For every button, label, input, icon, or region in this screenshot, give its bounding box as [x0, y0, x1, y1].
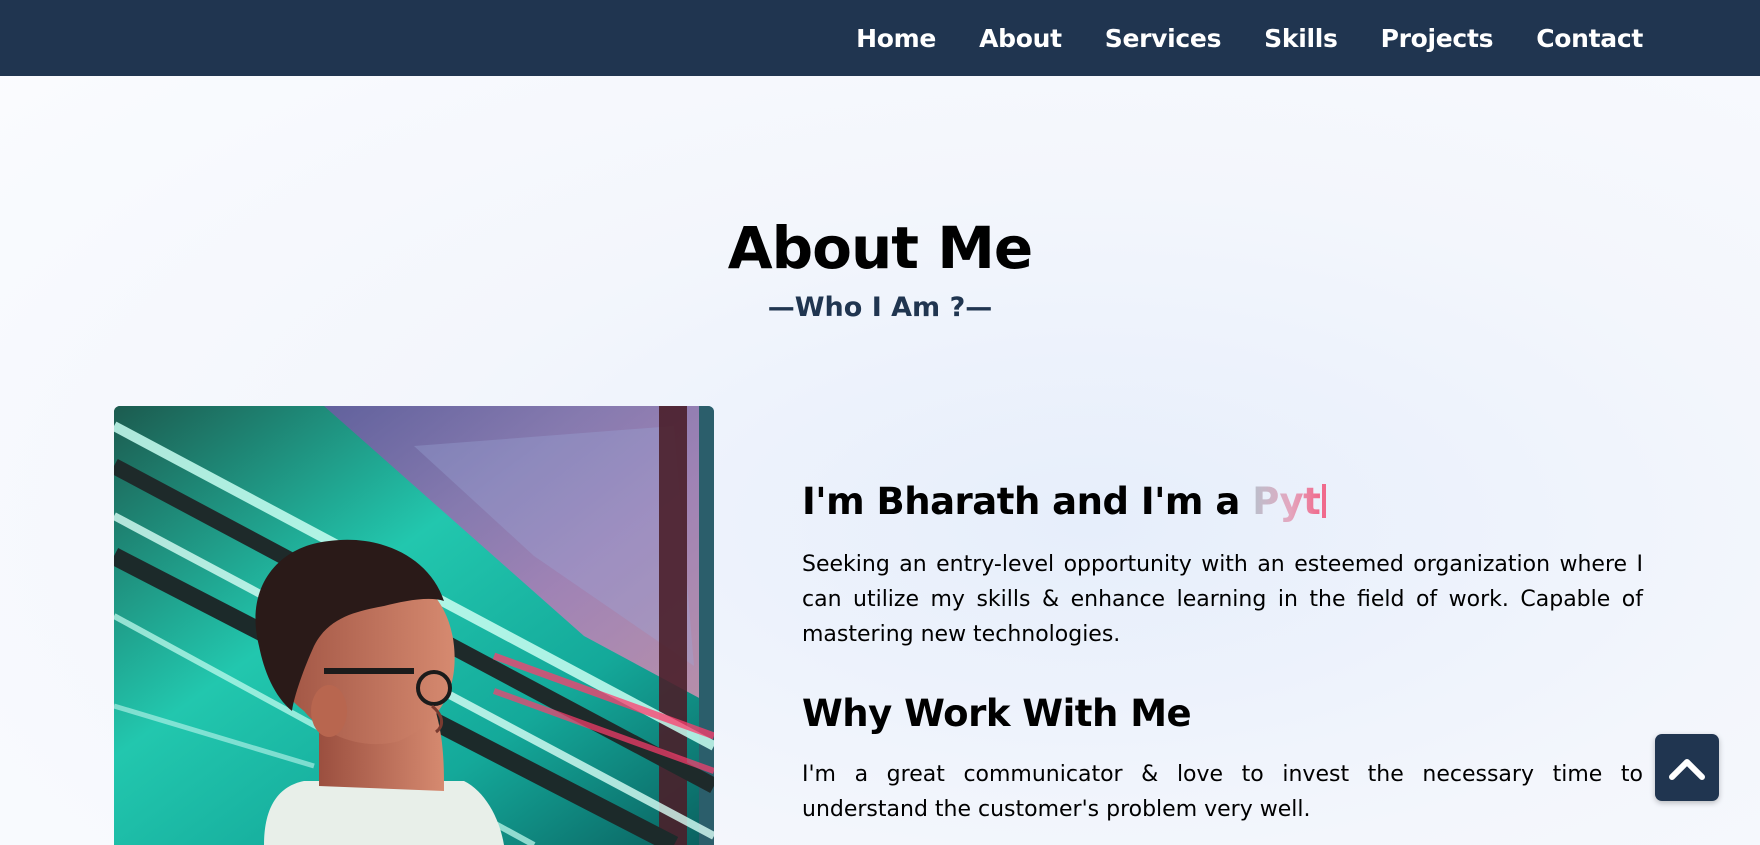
typed-role: Pyt [1252, 480, 1321, 523]
nav-item-contact: Contact [1536, 24, 1643, 53]
nav-item-skills: Skills [1264, 24, 1338, 53]
nav-link-services[interactable]: Services [1105, 24, 1222, 53]
section-title: About Me [727, 214, 1034, 282]
nav-link-about[interactable]: About [979, 24, 1062, 53]
greeting-text: I'm Bharath and I'm a [802, 480, 1253, 523]
why-work-heading: Why Work With Me [802, 692, 1192, 735]
greeting-heading: I'm Bharath and I'm a Pyt [802, 480, 1643, 523]
chevron-up-icon [1669, 758, 1705, 780]
navbar: Home About Services Skills Projects Cont… [0, 0, 1760, 76]
nav-link-home[interactable]: Home [856, 24, 936, 53]
nav-item-about: About [979, 24, 1062, 53]
typing-cursor [1322, 484, 1327, 518]
nav-menu: Home About Services Skills Projects Cont… [813, 0, 1643, 76]
nav-item-home: Home [856, 24, 936, 53]
section-subtitle: —Who I Am ?— [767, 292, 993, 323]
why-work-paragraph: I'm a great communicator & love to inves… [802, 762, 1643, 822]
nav-link-projects[interactable]: Projects [1381, 24, 1494, 53]
nav-link-contact[interactable]: Contact [1536, 24, 1643, 53]
about-text: I'm Bharath and I'm a Pyt Seeking an ent… [802, 480, 1643, 827]
nav-link-skills[interactable]: Skills [1264, 24, 1338, 53]
nav-item-services: Services [1105, 24, 1222, 53]
intro-paragraph: Seeking an entry-level opportunity with … [802, 552, 1643, 647]
profile-photo [114, 406, 714, 845]
nav-item-projects: Projects [1381, 24, 1494, 53]
scroll-top-button[interactable] [1655, 734, 1719, 801]
profile-photo-illustration [114, 406, 714, 845]
